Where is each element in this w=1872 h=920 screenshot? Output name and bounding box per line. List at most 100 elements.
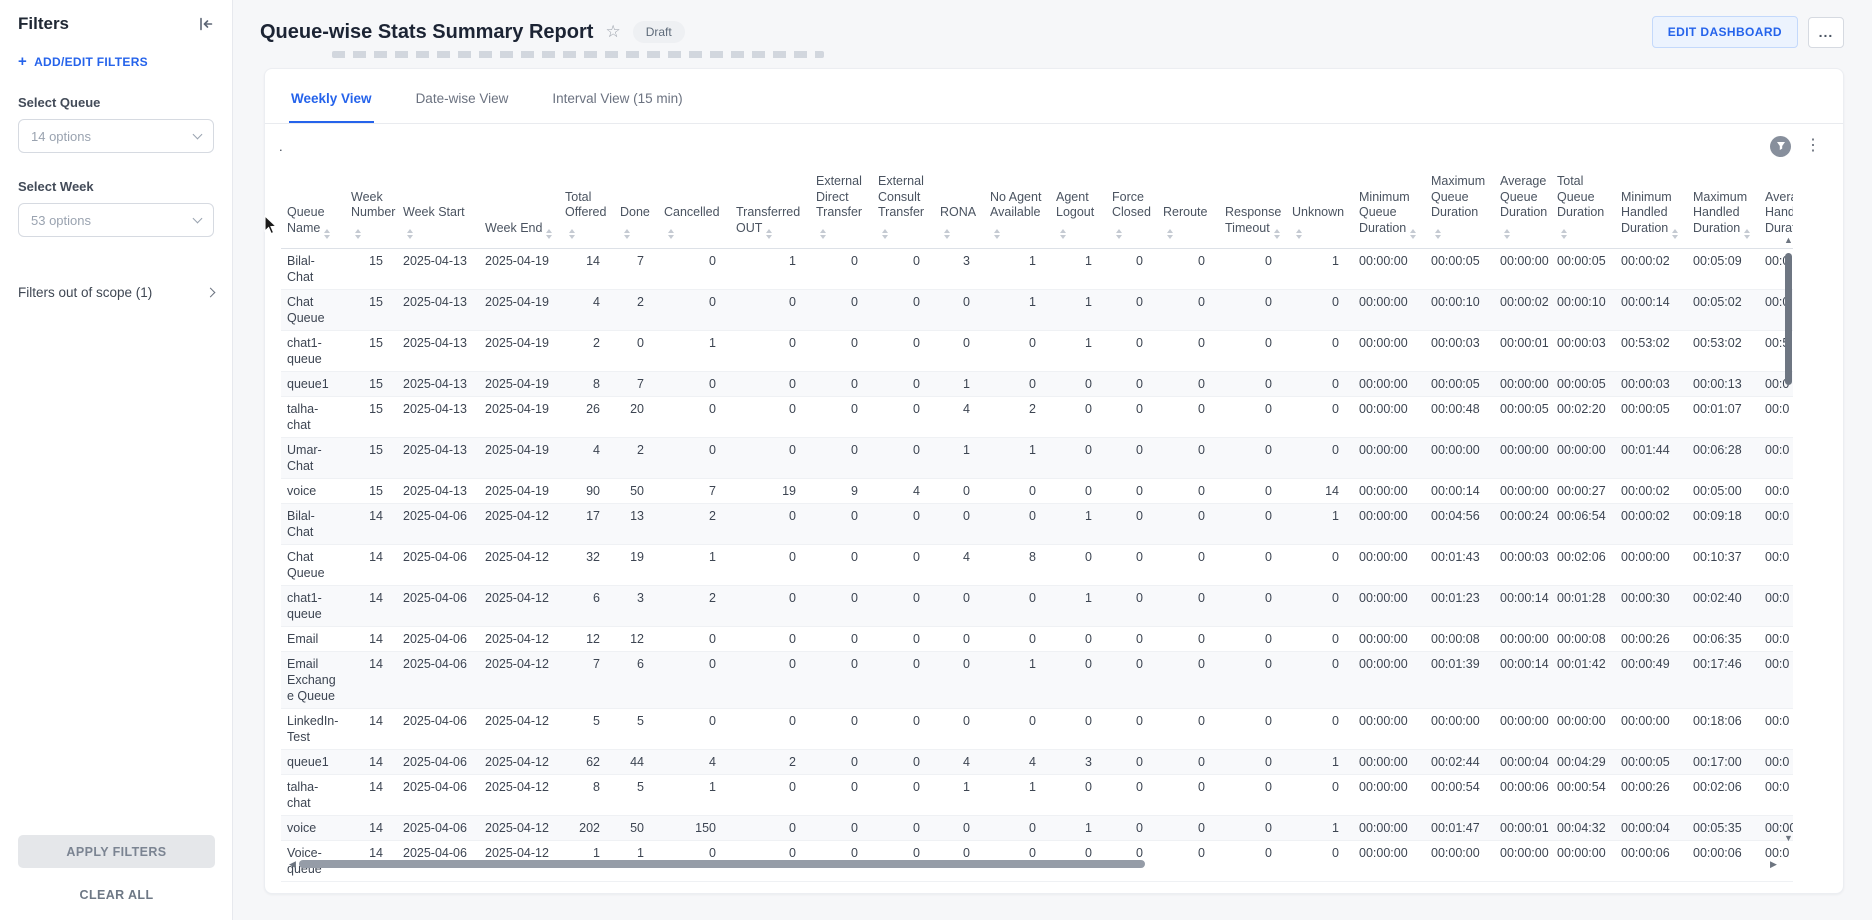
column-header[interactable]: Minimum Handled Duration (1615, 168, 1687, 248)
table-row[interactable]: LinkedIn-Test142025-04-062025-04-1255000… (281, 708, 1793, 749)
column-header[interactable]: Force Closed (1106, 168, 1157, 248)
sort-icon[interactable] (355, 229, 361, 239)
sort-icon[interactable] (1504, 229, 1510, 239)
column-header[interactable]: External Direct Transfer (810, 168, 872, 248)
sort-icon[interactable] (882, 229, 888, 239)
edit-dashboard-button[interactable]: EDIT DASHBOARD (1652, 16, 1798, 48)
vertical-scrollbar-thumb[interactable] (1785, 253, 1792, 385)
sort-icon[interactable] (546, 229, 552, 239)
column-header[interactable]: Cancelled (658, 168, 730, 248)
column-header[interactable]: Total Offered (559, 168, 614, 248)
sort-icon[interactable] (324, 229, 330, 239)
table-cell: 14 (345, 708, 397, 749)
column-header[interactable]: Minimum Queue Duration (1353, 168, 1425, 248)
queue-select[interactable]: 14 options (18, 119, 214, 153)
vertical-scrollbar[interactable]: ▲ ▼ (1781, 229, 1797, 854)
table-cell: 00:00:04 (1494, 749, 1551, 774)
sort-icon[interactable] (1060, 229, 1066, 239)
sort-icon[interactable] (766, 229, 772, 239)
scroll-right-icon[interactable]: ▶ (1770, 859, 1777, 870)
table-cell: talha-chat (281, 396, 345, 437)
table-row[interactable]: Email142025-04-062025-04-121212000000000… (281, 626, 1793, 651)
sort-icon[interactable] (1296, 229, 1302, 239)
table-cell: 0 (872, 544, 934, 585)
sort-icon[interactable] (1116, 229, 1122, 239)
star-icon[interactable]: ☆ (605, 22, 620, 42)
column-header[interactable]: Reroute (1157, 168, 1219, 248)
table-row[interactable]: chat1-queue142025-04-062025-04-126320000… (281, 585, 1793, 626)
column-header[interactable]: Agent Logout (1050, 168, 1106, 248)
column-header[interactable]: Week End (479, 168, 559, 248)
sort-icon[interactable] (1435, 229, 1441, 239)
horizontal-scrollbar-thumb[interactable] (299, 860, 1145, 868)
sort-icon[interactable] (1561, 229, 1567, 239)
column-header[interactable]: Transferred OUT (730, 168, 810, 248)
tab-weekly-view[interactable]: Weekly View (289, 85, 374, 123)
add-edit-filters-button[interactable]: + ADD/EDIT FILTERS (18, 54, 214, 69)
table-cell: 2025-04-13 (397, 330, 479, 371)
table-row[interactable]: queue1142025-04-062025-04-12624442004430… (281, 749, 1793, 774)
sort-icon[interactable] (820, 229, 826, 239)
column-header[interactable]: Maximum Handled Duration (1687, 168, 1759, 248)
table-row[interactable]: chat1-queue152025-04-132025-04-192010000… (281, 330, 1793, 371)
column-header[interactable]: Response Timeout (1219, 168, 1286, 248)
add-edit-filters-label: ADD/EDIT FILTERS (34, 55, 148, 69)
table-cell: 00:00:00 (1615, 708, 1687, 749)
tab-interval-view[interactable]: Interval View (15 min) (550, 85, 684, 123)
column-header[interactable]: Done (614, 168, 658, 248)
table-cell: 0 (810, 248, 872, 289)
table-row[interactable]: voice142025-04-062025-04-122025015000000… (281, 815, 1793, 840)
filters-out-of-scope[interactable]: Filters out of scope (1) (18, 285, 214, 300)
tab-date-wise-view[interactable]: Date-wise View (414, 85, 511, 123)
table-row[interactable]: Umar-Chat152025-04-132025-04-19420000110… (281, 437, 1793, 478)
table-cell: 2025-04-13 (397, 371, 479, 396)
table-cell: 15 (345, 289, 397, 330)
column-header[interactable]: Average Queue Duration (1494, 168, 1551, 248)
sort-icon[interactable] (994, 229, 1000, 239)
column-header[interactable]: RONA (934, 168, 984, 248)
column-header[interactable]: Queue Name (281, 168, 345, 248)
sort-icon[interactable] (944, 229, 950, 239)
kebab-menu-icon[interactable]: ⋮ (1803, 138, 1823, 154)
sort-icon[interactable] (1410, 229, 1416, 239)
column-header[interactable]: Total Queue Duration (1551, 168, 1615, 248)
sort-icon[interactable] (1672, 229, 1678, 239)
sort-icon[interactable] (668, 229, 674, 239)
table-cell: 00:00:14 (1615, 289, 1687, 330)
horizontal-scrollbar[interactable]: ◀ ▶ (265, 858, 1805, 872)
column-header[interactable]: External Consult Transfer (872, 168, 934, 248)
table-cell: 0 (872, 289, 934, 330)
column-header[interactable]: Unknown (1286, 168, 1353, 248)
sort-icon[interactable] (569, 229, 575, 239)
apply-filters-button[interactable]: APPLY FILTERS (18, 835, 215, 868)
table-row[interactable]: Bilal-Chat152025-04-132025-04-1914701003… (281, 248, 1793, 289)
scroll-up-icon[interactable]: ▲ (1784, 235, 1793, 245)
clear-all-button[interactable]: CLEAR ALL (0, 888, 233, 902)
week-select[interactable]: 53 options (18, 203, 214, 237)
scroll-left-icon[interactable]: ◀ (289, 859, 296, 870)
table-row[interactable]: Chat Queue142025-04-062025-04-1232191000… (281, 544, 1793, 585)
table-cell: 14 (345, 651, 397, 708)
filter-funnel-icon[interactable] (1770, 136, 1791, 157)
table-row[interactable]: talha-chat142025-04-062025-04-1285100011… (281, 774, 1793, 815)
column-header[interactable]: No Agent Available (984, 168, 1050, 248)
table-row[interactable]: talha-chat152025-04-132025-04-1926200000… (281, 396, 1793, 437)
table-cell: 00:00:49 (1615, 651, 1687, 708)
table-row[interactable]: Email Exchange Queue142025-04-062025-04-… (281, 651, 1793, 708)
sort-icon[interactable] (1744, 229, 1750, 239)
table-row[interactable]: Chat Queue152025-04-132025-04-1942000001… (281, 289, 1793, 330)
sort-icon[interactable] (1167, 229, 1173, 239)
sort-icon[interactable] (1274, 229, 1280, 239)
table-row[interactable]: voice152025-04-132025-04-199050719940000… (281, 478, 1793, 503)
table-row[interactable]: Bilal-Chat142025-04-062025-04-1217132000… (281, 503, 1793, 544)
column-header[interactable]: Week Start (397, 168, 479, 248)
scroll-down-icon[interactable]: ▼ (1784, 833, 1793, 843)
column-header[interactable]: Maximum Queue Duration (1425, 168, 1494, 248)
collapse-sidebar-icon[interactable] (198, 16, 214, 32)
more-options-button[interactable]: ... (1808, 17, 1844, 48)
page-header: Queue-wise Stats Summary Report ☆ Draft … (233, 0, 1872, 48)
column-header[interactable]: Week Number (345, 168, 397, 248)
sort-icon[interactable] (624, 229, 630, 239)
sort-icon[interactable] (407, 229, 413, 239)
table-row[interactable]: queue1152025-04-132025-04-19870000100000… (281, 371, 1793, 396)
